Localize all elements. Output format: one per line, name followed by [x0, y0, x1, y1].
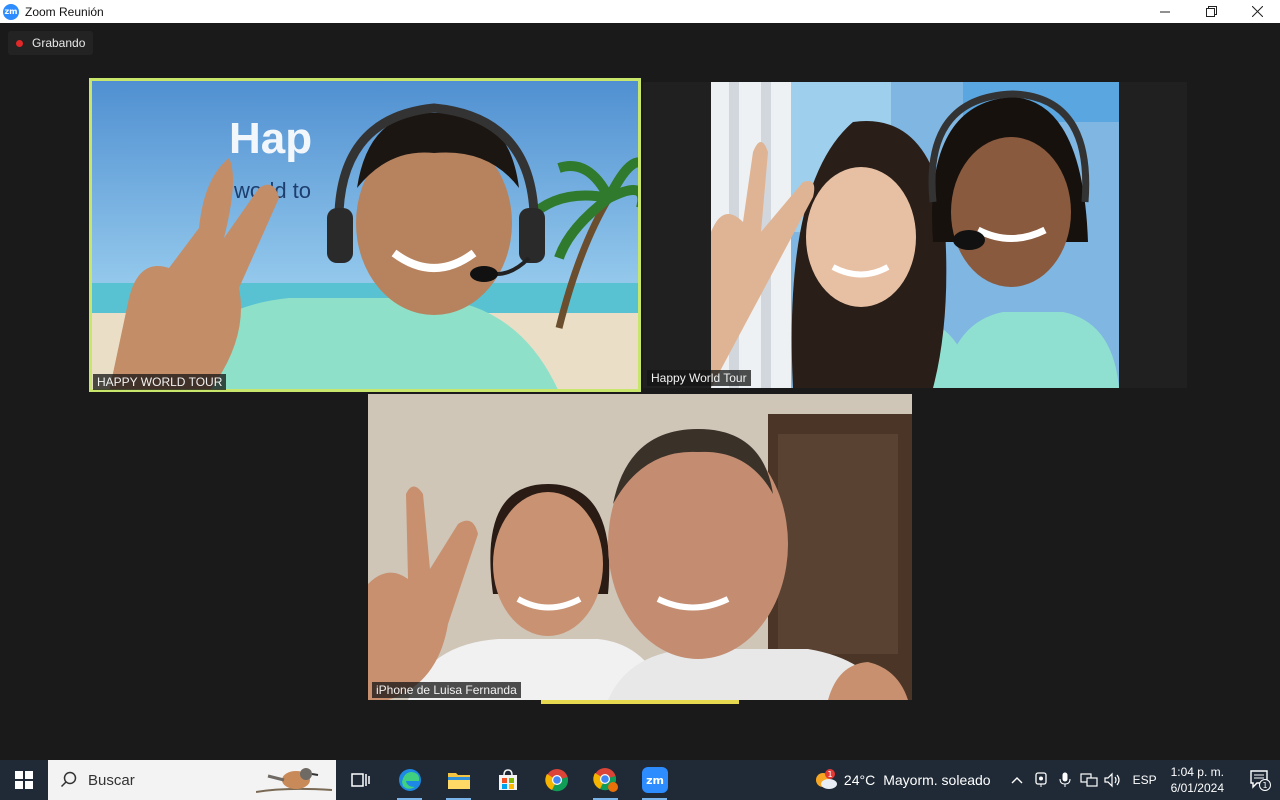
- clock-date: 6/01/2024: [1170, 781, 1224, 795]
- participant-name-label: iPhone de Luisa Fernanda: [372, 682, 521, 698]
- search-placeholder: Buscar: [88, 771, 135, 789]
- edge-button[interactable]: [385, 760, 434, 800]
- edge-icon: [398, 769, 421, 791]
- chrome-profile-button[interactable]: [581, 760, 630, 800]
- window-title: Zoom Reunión: [25, 4, 104, 19]
- windows-logo-icon: [15, 771, 33, 789]
- search-icon: [60, 771, 77, 788]
- video-tile-happy-world-tour-1[interactable]: Hap world to HAPPY WORLD TOUR: [89, 78, 641, 392]
- clock[interactable]: 1:04 p. m. 6/01/2024: [1171, 764, 1224, 796]
- minimize-icon: [1160, 11, 1170, 12]
- system-tray: 1 24°C Mayorm. soleado ESP 1:04 p. m. 6/…: [814, 760, 1280, 800]
- svg-text:1: 1: [827, 770, 832, 779]
- svg-text:zm: zm: [646, 774, 664, 787]
- video-tile-iphone-luisa-fernanda[interactable]: iPhone de Luisa Fernanda: [368, 394, 912, 700]
- input-language[interactable]: ESP: [1133, 773, 1157, 787]
- file-explorer-button[interactable]: [434, 760, 483, 800]
- volume-tray-button[interactable]: [1101, 760, 1125, 800]
- network-icon: [1079, 773, 1098, 787]
- microphone-icon: [1059, 772, 1071, 787]
- recording-label: Grabando: [32, 36, 86, 50]
- zoom-logo-icon: zm: [3, 3, 19, 20]
- minimize-button[interactable]: [1142, 0, 1188, 23]
- participant-name-label: Happy World Tour: [647, 370, 751, 386]
- bird-illustration-icon: [256, 768, 332, 793]
- start-button[interactable]: [0, 760, 48, 800]
- participant-name-label: HAPPY WORLD TOUR: [93, 374, 227, 390]
- taskbar-search[interactable]: Buscar: [48, 760, 336, 800]
- taskbar: Buscar zm 1 24°C Mayorm. soleado ESP 1:0…: [0, 760, 1280, 800]
- notification-center-button[interactable]: 1: [1240, 760, 1280, 800]
- close-button[interactable]: [1234, 0, 1280, 23]
- participant-video-1: Hap world to: [89, 78, 641, 392]
- participant-video-2: [711, 82, 1119, 388]
- weather-sun-cloud-icon: 1: [815, 769, 837, 789]
- weather-widget[interactable]: 1 24°C Mayorm. soleado: [814, 769, 991, 791]
- participant-video-3: [368, 394, 912, 700]
- restore-button[interactable]: [1188, 0, 1234, 23]
- weather-temperature: 24°C: [843, 772, 876, 788]
- chrome-profile-icon: [592, 768, 618, 792]
- chevron-up-icon: [1011, 777, 1023, 784]
- video-tile-happy-world-tour-2[interactable]: Happy World Tour: [643, 82, 1187, 388]
- camera-tray-button[interactable]: [1029, 760, 1053, 800]
- recording-indicator[interactable]: Grabando: [8, 31, 94, 55]
- notification-icon: 1: [1250, 770, 1271, 791]
- show-hidden-icons-button[interactable]: [1005, 760, 1029, 800]
- folder-icon: [447, 773, 470, 789]
- chrome-icon: [544, 769, 568, 792]
- camera-icon: [1034, 772, 1047, 787]
- recording-dot-icon: [16, 39, 23, 47]
- store-icon: [498, 769, 517, 790]
- title-bar: zm Zoom Reunión: [0, 0, 1280, 23]
- speaker-icon: [1103, 772, 1120, 788]
- restore-icon: [1205, 6, 1217, 17]
- chrome-button[interactable]: [532, 760, 581, 800]
- svg-text:1: 1: [1262, 781, 1267, 790]
- zoom-taskbar-button[interactable]: zm: [630, 760, 679, 800]
- zoom-icon: zm: [641, 767, 668, 793]
- clock-time: 1:04 p. m.: [1170, 765, 1224, 779]
- meeting-area: Grabando Hap world to: [0, 23, 1280, 760]
- network-tray-button[interactable]: [1077, 760, 1101, 800]
- close-icon: [1251, 6, 1263, 17]
- task-view-icon: [350, 773, 370, 787]
- speaking-indicator-bar: [541, 700, 739, 704]
- microphone-tray-button[interactable]: [1053, 760, 1077, 800]
- backdrop-logo: Hap: [229, 114, 312, 163]
- task-view-button[interactable]: [336, 760, 385, 800]
- window-controls: [1142, 0, 1280, 23]
- store-button[interactable]: [483, 760, 532, 800]
- weather-description: Mayorm. soleado: [883, 772, 991, 788]
